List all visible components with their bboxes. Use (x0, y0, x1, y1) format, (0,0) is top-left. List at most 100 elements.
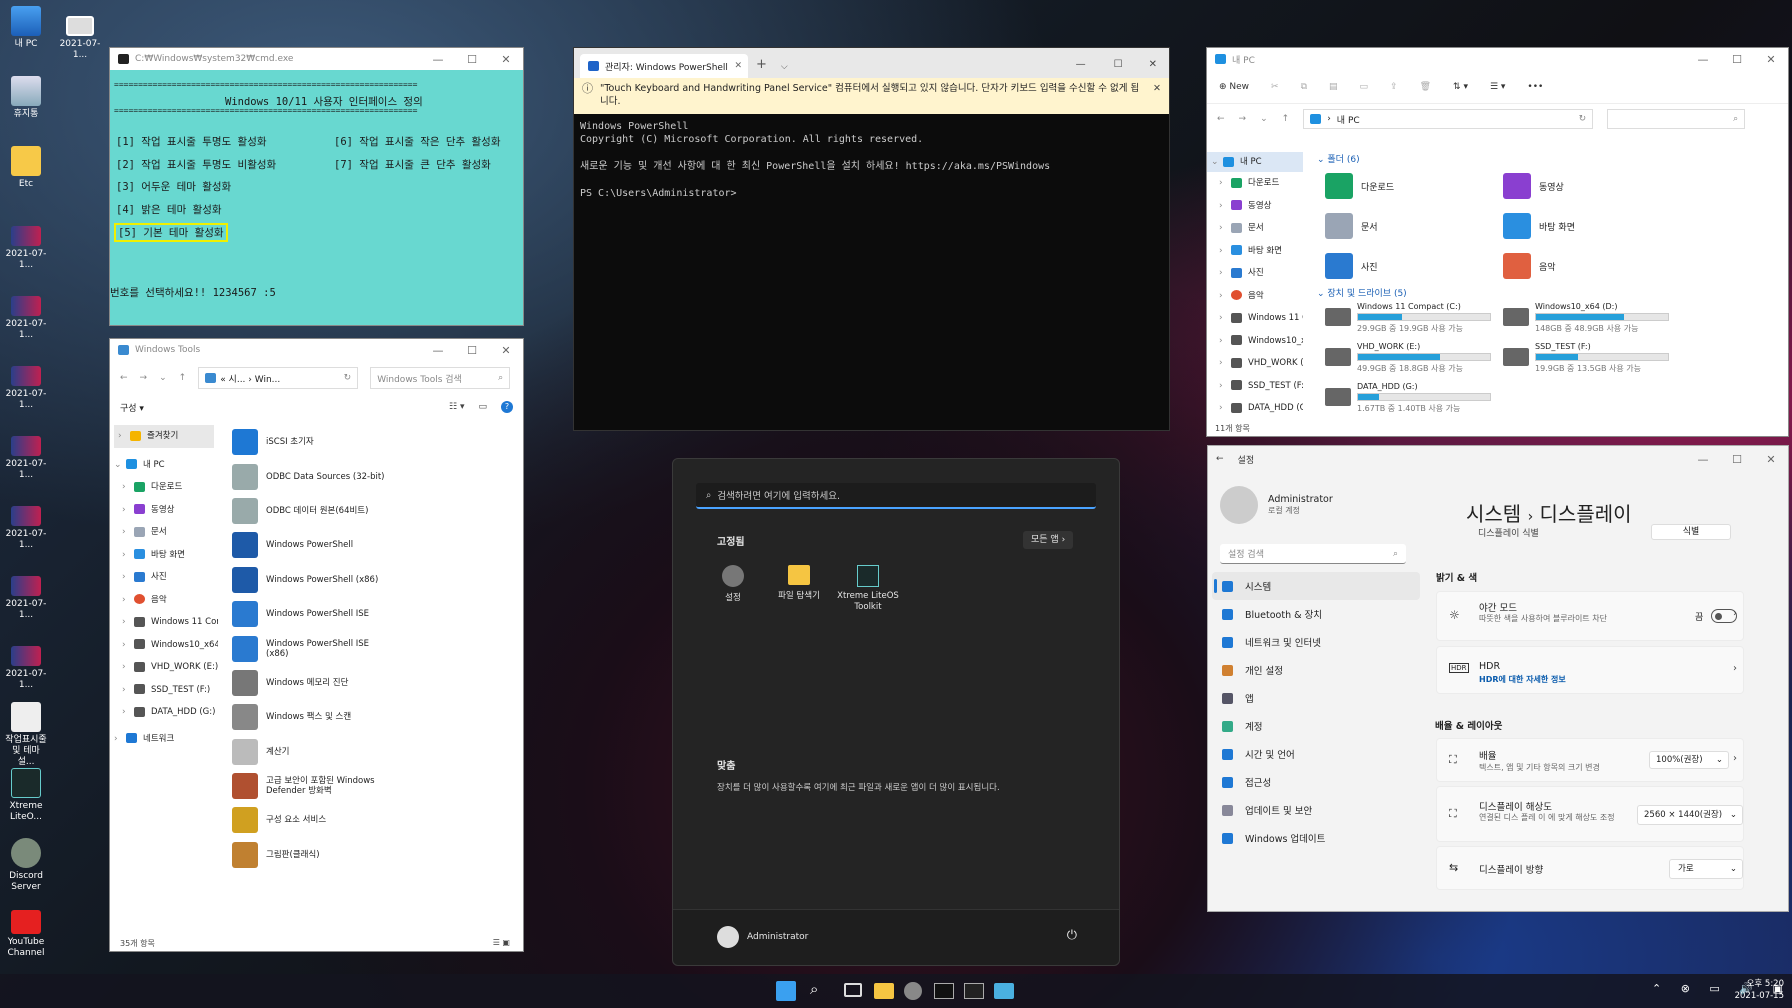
settings-gear-icon[interactable] (904, 982, 922, 1000)
banner-close-icon[interactable]: ✕ (1145, 82, 1161, 110)
nav-item[interactable]: › 사진 (110, 566, 218, 589)
forward-icon[interactable]: → (1239, 114, 1247, 124)
more-icon[interactable]: ••• (1527, 82, 1543, 92)
settings-nav-item[interactable]: Windows 업데이트 (1212, 824, 1420, 852)
up-icon[interactable]: ↑ (1282, 114, 1290, 124)
cmd-window[interactable]: C:₩Windows₩system32₩cmd.exe — ☐ ✕ =========… (109, 47, 524, 326)
settings-nav-item[interactable]: 접근성 (1212, 768, 1420, 796)
settings-search-input[interactable]: 설정 검색 ⌕ (1220, 544, 1406, 564)
minimize-button[interactable]: — (421, 53, 455, 66)
nav-item[interactable]: › VHD_WORK (E:) (110, 656, 218, 679)
minimize-button[interactable]: — (1686, 53, 1720, 66)
back-icon[interactable]: ← (1217, 114, 1225, 124)
start-search-input[interactable]: ⌕ 검색하려면 여기에 입력하세요. (696, 483, 1096, 509)
address-bar[interactable]: › 내 PC ↻ (1303, 109, 1594, 129)
windows-tools-window[interactable]: Windows Tools — ☐ ✕ ← → ⌄ ↑ « 시... › Win... ↻ W… (109, 338, 524, 952)
control-panel-icon[interactable] (994, 983, 1014, 999)
night-light-card[interactable]: ☼ 야간 모드 따뜻한 색을 사용하여 블루라이트 차단 끔 › (1436, 591, 1744, 641)
terminal-icon[interactable] (964, 983, 984, 999)
search-icon[interactable]: ⌕ (810, 980, 818, 998)
tool-item[interactable]: Windows PowerShell ISE (232, 597, 512, 631)
settings-titlebar[interactable]: ← 설정 — ☐ ✕ (1208, 446, 1788, 472)
new-button[interactable]: ⊕ New (1219, 82, 1249, 92)
tab-close-icon[interactable]: ✕ (734, 61, 748, 71)
maximize-button[interactable]: ☐ (455, 53, 489, 66)
user-button[interactable]: Administrator (717, 926, 808, 948)
folder-downloads[interactable]: 다운로드 (1325, 170, 1503, 202)
tools-titlebar[interactable]: Windows Tools — ☐ ✕ (110, 339, 523, 361)
close-button[interactable]: ✕ (1137, 59, 1169, 78)
powershell-window[interactable]: 관리자: Windows PowerShell ✕ + ⌵ — ☐ ✕ ⓘ "To… (573, 47, 1170, 431)
scale-dropdown[interactable]: 100%(권장) ⌄ (1649, 751, 1729, 769)
nav-item[interactable]: › 다운로드 (1207, 172, 1303, 195)
folder-desktop[interactable]: 바탕 화면 (1503, 210, 1681, 242)
nav-item[interactable]: › SSD_TEST (F:) (110, 679, 218, 702)
drive-item[interactable]: SSD_TEST (F:) 19.9GB 중 13.5GB 사용 가능 (1503, 342, 1681, 376)
paste-icon[interactable]: ▤ (1329, 82, 1338, 92)
start-button[interactable] (776, 981, 796, 1001)
tool-item[interactable]: Windows 팩스 및 스캔 (232, 700, 512, 734)
organize-button[interactable]: 구성 ▾ (120, 401, 449, 414)
nav-item[interactable]: › 바탕 화면 (1207, 240, 1303, 263)
hdr-card[interactable]: HDR HDR HDR에 대한 자세한 정보 › (1436, 646, 1744, 694)
folder-pictures[interactable]: 사진 (1325, 250, 1503, 282)
resolution-dropdown[interactable]: 2560 × 1440(권장) ⌄ (1637, 805, 1743, 825)
tool-item[interactable]: Windows PowerShell (x86) (232, 563, 512, 597)
desktop-icon-img6[interactable]: 2021-07-1... (4, 576, 48, 621)
refresh-icon[interactable]: ↻ (344, 373, 352, 383)
nav-item[interactable]: › 음악 (110, 589, 218, 612)
nav-item[interactable]: › Windows 11 C (1207, 307, 1303, 330)
desktop-icon-taskbar-theme[interactable]: 작업표시줄 및 테마 설... (4, 702, 48, 768)
orientation-card[interactable]: ⇆ 디스플레이 방향 가로 ⌄ (1436, 846, 1744, 890)
nav-item[interactable]: › SSD_TEST (F:) (1207, 375, 1303, 398)
forward-icon[interactable]: → (140, 373, 148, 383)
settings-nav-item[interactable]: 업데이트 및 보안 (1212, 796, 1420, 824)
sort-icon[interactable]: ⇅ ▾ (1453, 82, 1468, 92)
powershell-console[interactable]: Windows PowerShell Copyright (C) Microso… (574, 114, 1169, 206)
desktop-icon-img3[interactable]: 2021-07-1... (4, 366, 48, 411)
view-icon[interactable]: ☰ ▾ (1490, 82, 1505, 92)
view-options-icon[interactable]: ☷ ▾ (449, 402, 464, 412)
nav-item[interactable]: › Windows 11 Com (110, 611, 218, 634)
explorer-window[interactable]: 내 PC — ☐ ✕ ⊕ New ✂ ⧉ ▤ ▭ ⇪ 🗑 ⇅ ▾ ☰ ▾ ••• ← → ⌄ ↑ › 내 P… (1206, 47, 1789, 437)
desktop-icon-recycle-bin[interactable]: 휴지통 (4, 76, 48, 120)
close-button[interactable]: ✕ (1754, 53, 1788, 66)
nav-item[interactable]: › 동영상 (110, 499, 218, 522)
nav-item-favorites[interactable]: › 즐겨찾기 (114, 425, 214, 448)
settings-nav-item[interactable]: 개인 설정 (1212, 656, 1420, 684)
search-input[interactable]: Windows Tools 검색 ⌕ (370, 367, 511, 389)
nav-item-this-pc[interactable]: ⌄ 내 PC (1207, 152, 1303, 172)
desktop-icon-etc[interactable]: Etc (4, 146, 48, 190)
copy-icon[interactable]: ⧉ (1301, 82, 1307, 92)
drive-item[interactable]: Windows10_x64 (D:) 148GB 중 48.9GB 사용 가능 (1503, 302, 1681, 336)
close-button[interactable]: ✕ (489, 344, 523, 357)
settings-nav-item[interactable]: 계정 (1212, 712, 1420, 740)
close-button[interactable]: ✕ (489, 53, 523, 66)
scale-card[interactable]: ⛶ 배율 텍스트, 앱 및 기타 항목의 크기 변경 100%(권장) ⌄ › (1436, 738, 1744, 782)
tool-item[interactable]: 고급 보안이 포함된 Windows Defender 방화벽 (232, 769, 512, 803)
all-apps-button[interactable]: 모든 앱 › (1023, 531, 1074, 549)
recent-icon[interactable]: ⌄ (159, 373, 167, 383)
tool-item[interactable]: Windows 메모리 진단 (232, 666, 512, 700)
desktop-icon-youtube[interactable]: YouTube Channel (4, 910, 48, 959)
close-button[interactable]: ✕ (1754, 453, 1788, 466)
back-icon[interactable]: ← (1216, 454, 1224, 464)
pinned-app-explorer[interactable]: 파일 탐색기 (769, 565, 829, 601)
tool-item[interactable]: 그림판(클래식) (232, 838, 512, 872)
desktop-icon-this-pc[interactable]: 내 PC (4, 6, 48, 50)
folder-videos[interactable]: 동영상 (1503, 170, 1681, 202)
share-icon[interactable]: ⇪ (1390, 82, 1398, 92)
nav-item[interactable]: › 문서 (110, 521, 218, 544)
nav-item[interactable]: ›Windows10_x6 (1207, 330, 1303, 353)
preview-pane-icon[interactable]: ▭ (478, 402, 487, 412)
settings-nav-item[interactable]: 네트워크 및 인터넷 (1212, 628, 1420, 656)
maximize-button[interactable]: ☐ (1720, 453, 1754, 466)
folder-music[interactable]: 음악 (1503, 250, 1681, 282)
tool-item[interactable]: 구성 요소 서비스 (232, 803, 512, 837)
file-explorer-icon[interactable] (874, 983, 894, 999)
nav-item-this-pc[interactable]: ⌄ 내 PC (110, 454, 218, 477)
details-view-icon[interactable]: ☰ ▣ (493, 938, 510, 949)
minimize-button[interactable]: — (1686, 453, 1720, 466)
search-input[interactable]: ⌕ (1607, 109, 1746, 129)
address-bar[interactable]: « 시... › Win... ↻ (198, 367, 359, 389)
